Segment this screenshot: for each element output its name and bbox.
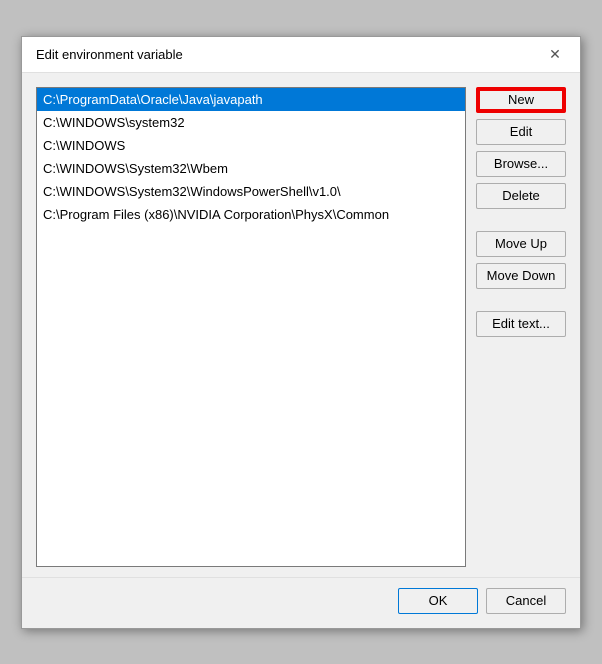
edit-button[interactable]: Edit [476, 119, 566, 145]
edit-text-button[interactable]: Edit text... [476, 311, 566, 337]
list-item[interactable]: C:\WINDOWS\system32 [37, 111, 465, 134]
list-item[interactable]: C:\WINDOWS\System32\WindowsPowerShell\v1… [37, 180, 465, 203]
title-bar: Edit environment variable ✕ [22, 37, 580, 73]
footer-buttons: OK Cancel [22, 577, 580, 628]
list-item[interactable]: C:\ProgramData\Oracle\Java\javapath [37, 88, 465, 111]
list-item[interactable]: C:\WINDOWS\System32\Wbem [37, 157, 465, 180]
cancel-button[interactable]: Cancel [486, 588, 566, 614]
delete-button[interactable]: Delete [476, 183, 566, 209]
move-up-button[interactable]: Move Up [476, 231, 566, 257]
spacer2 [476, 295, 566, 305]
list-item[interactable]: C:\Program Files (x86)\NVIDIA Corporatio… [37, 203, 465, 226]
browse-button[interactable]: Browse... [476, 151, 566, 177]
ok-button[interactable]: OK [398, 588, 478, 614]
dialog-title: Edit environment variable [36, 47, 183, 62]
list-item[interactable]: C:\WINDOWS [37, 134, 465, 157]
move-down-button[interactable]: Move Down [476, 263, 566, 289]
close-button[interactable]: ✕ [544, 43, 566, 65]
buttons-panel: New Edit Browse... Delete Move Up Move D… [476, 87, 566, 567]
edit-env-variable-dialog: Edit environment variable ✕ C:\ProgramDa… [21, 36, 581, 629]
dialog-content: C:\ProgramData\Oracle\Java\javapathC:\WI… [22, 73, 580, 577]
env-variable-list[interactable]: C:\ProgramData\Oracle\Java\javapathC:\WI… [36, 87, 466, 567]
spacer1 [476, 215, 566, 225]
new-button[interactable]: New [476, 87, 566, 113]
